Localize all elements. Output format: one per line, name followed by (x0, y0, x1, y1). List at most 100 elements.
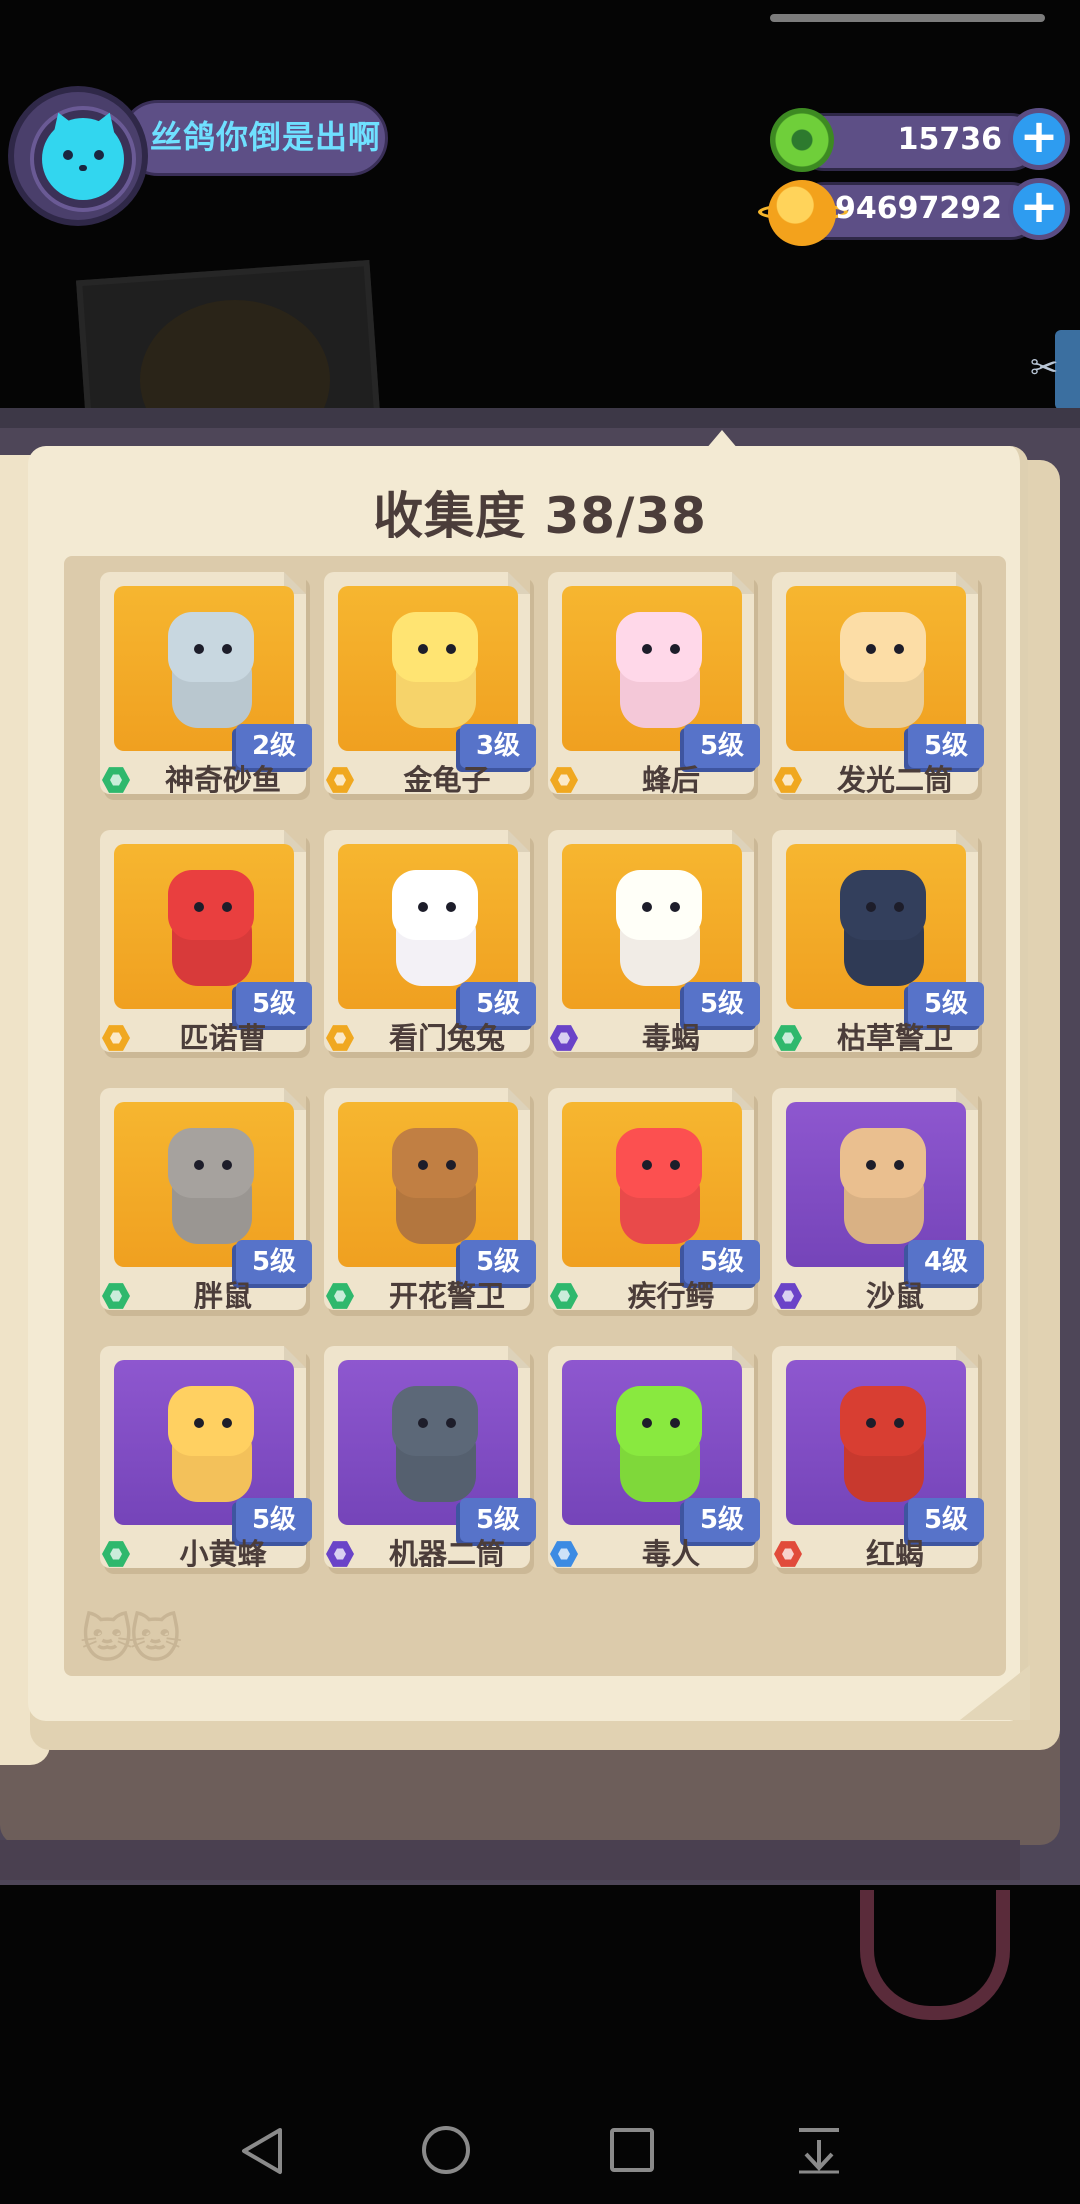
monster-eye (222, 644, 232, 654)
monster-head (616, 612, 702, 682)
monster-card[interactable]: 5级 机器二筒 (324, 1346, 536, 1574)
monster-figure (826, 866, 926, 996)
monster-head (840, 1386, 926, 1456)
monster-eye (642, 902, 652, 912)
monster-figure (154, 608, 254, 738)
add-gems-button[interactable]: + (1008, 108, 1070, 170)
monster-card[interactable]: 4级 沙鼠 (772, 1088, 984, 1316)
monster-figure (602, 866, 702, 996)
monster-head (392, 870, 478, 940)
monster-card[interactable]: 5级 小黄蜂 (100, 1346, 312, 1574)
monster-eye (446, 1160, 456, 1170)
add-coins-button[interactable]: + (1008, 178, 1070, 240)
monster-head (840, 870, 926, 940)
monster-eye (446, 1418, 456, 1428)
monster-eye (894, 644, 904, 654)
monster-figure (154, 866, 254, 996)
monster-eye (866, 1160, 876, 1170)
monster-figure (378, 1382, 478, 1512)
monster-eye (418, 902, 428, 912)
monster-figure (826, 1124, 926, 1254)
monster-figure (378, 608, 478, 738)
book-base-shadow (0, 1840, 1020, 1880)
monster-figure (826, 608, 926, 738)
monster-head (392, 1128, 478, 1198)
monster-card[interactable]: 5级 红蝎 (772, 1346, 984, 1574)
monster-eye (642, 644, 652, 654)
cat-watermark-icon: 🐱🐱 (80, 1610, 182, 1670)
monster-figure (378, 1124, 478, 1254)
monster-card[interactable]: 5级 毒蝎 (548, 830, 760, 1058)
monster-eye (194, 902, 204, 912)
monster-eye (222, 902, 232, 912)
monster-name: 枯草警卫 (836, 1021, 953, 1055)
monster-figure (378, 866, 478, 996)
monster-head (616, 1386, 702, 1456)
monster-card[interactable]: 5级 看门兔兔 (324, 830, 536, 1058)
collection-title: 收集度 38/38 (373, 487, 707, 545)
recents-square-icon[interactable] (608, 2126, 656, 2174)
monster-name: 金龟子 (403, 763, 491, 797)
monster-head (616, 870, 702, 940)
home-circle-icon[interactable] (420, 2124, 472, 2176)
monster-name: 机器二筒 (388, 1537, 505, 1571)
status-bar-indicator (770, 14, 1045, 22)
cat-avatar-icon[interactable] (42, 118, 124, 200)
monster-eye (894, 1160, 904, 1170)
monster-eye (418, 644, 428, 654)
monster-head (616, 1128, 702, 1198)
gems-value: 15736 (897, 122, 1002, 157)
monster-eye (670, 1418, 680, 1428)
monster-card[interactable]: 5级 枯草警卫 (772, 830, 984, 1058)
monster-card[interactable]: 5级 匹诺曹 (100, 830, 312, 1058)
monster-name: 匹诺曹 (179, 1021, 267, 1055)
monster-card[interactable]: 2级 神奇砂鱼 (100, 572, 312, 800)
monster-eye (866, 644, 876, 654)
monster-head (168, 870, 254, 940)
cat-eye-left (63, 150, 73, 160)
book-spine-base (0, 1735, 1060, 1845)
monster-name: 红蝎 (865, 1537, 924, 1571)
back-triangle-icon[interactable] (238, 2126, 288, 2176)
monster-head (392, 1386, 478, 1456)
page-bookmark-tab (700, 430, 744, 456)
monster-eye (894, 1418, 904, 1428)
cat-eye-right (94, 150, 104, 160)
notification-down-icon[interactable] (794, 2124, 844, 2174)
monster-figure (602, 1382, 702, 1512)
scissors-icon[interactable]: ✂ (1030, 351, 1062, 385)
monster-head (840, 1128, 926, 1198)
monster-figure (602, 608, 702, 738)
monster-name: 毒人 (641, 1537, 700, 1571)
monster-card[interactable]: 5级 胖鼠 (100, 1088, 312, 1316)
monster-eye (194, 1160, 204, 1170)
monster-eye (670, 1160, 680, 1170)
book-strap (860, 1890, 1010, 2020)
monster-card[interactable]: 5级 发光二筒 (772, 572, 984, 800)
monster-eye (670, 644, 680, 654)
monster-eye (418, 1160, 428, 1170)
monster-figure (826, 1382, 926, 1512)
monster-card[interactable]: 5级 蜂后 (548, 572, 760, 800)
monster-name: 看门兔兔 (388, 1021, 505, 1055)
cat-nose (79, 165, 87, 171)
monster-eye (194, 1418, 204, 1428)
monster-figure (154, 1124, 254, 1254)
monster-name: 蜂后 (641, 763, 700, 797)
monster-card[interactable]: 5级 疾行鳄 (548, 1088, 760, 1316)
monster-eye (446, 644, 456, 654)
monster-eye (866, 902, 876, 912)
coins-value: 94697292 (835, 191, 1002, 226)
monster-eye (194, 644, 204, 654)
monster-card[interactable]: 5级 毒人 (548, 1346, 760, 1574)
monster-eye (418, 1418, 428, 1428)
monster-name: 沙鼠 (865, 1279, 924, 1313)
monster-card[interactable]: 5级 开花警卫 (324, 1088, 536, 1316)
monster-eye (222, 1418, 232, 1428)
monster-card[interactable]: 3级 金龟子 (324, 572, 536, 800)
monster-head (840, 612, 926, 682)
monster-figure (154, 1382, 254, 1512)
monster-eye (642, 1160, 652, 1170)
table-edge (0, 408, 1080, 428)
monster-name: 开花警卫 (388, 1279, 505, 1313)
